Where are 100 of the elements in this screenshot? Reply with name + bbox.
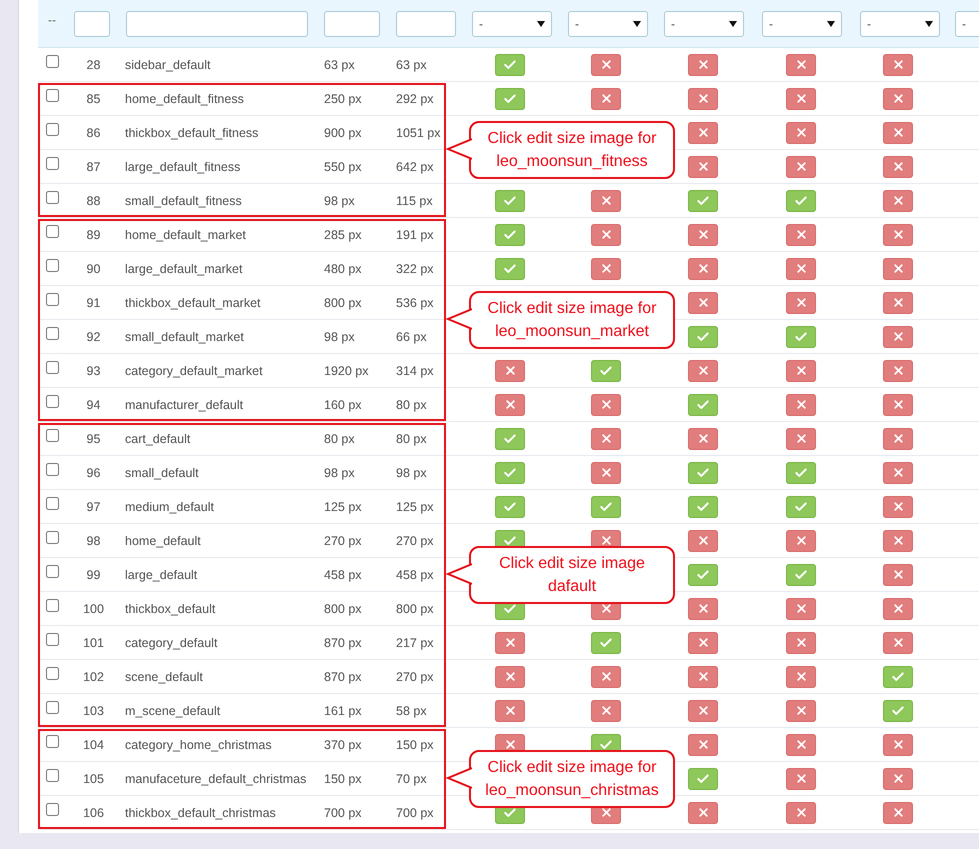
filter-select[interactable]: - bbox=[472, 10, 552, 36]
cross-icon[interactable] bbox=[883, 428, 913, 450]
cross-icon[interactable] bbox=[883, 122, 913, 144]
cross-icon[interactable] bbox=[688, 666, 718, 688]
cross-icon[interactable] bbox=[688, 530, 718, 552]
check-icon[interactable] bbox=[688, 496, 718, 518]
cross-icon[interactable] bbox=[495, 394, 525, 416]
check-icon[interactable] bbox=[786, 190, 816, 212]
check-icon[interactable] bbox=[688, 768, 718, 790]
check-icon[interactable] bbox=[883, 700, 913, 722]
row-checkbox[interactable] bbox=[46, 565, 59, 578]
row-checkbox[interactable] bbox=[46, 803, 59, 816]
cross-icon[interactable] bbox=[688, 258, 718, 280]
row-checkbox[interactable] bbox=[46, 259, 59, 272]
check-icon[interactable] bbox=[495, 224, 525, 246]
cross-icon[interactable] bbox=[883, 54, 913, 76]
cross-icon[interactable] bbox=[591, 88, 621, 110]
cross-icon[interactable] bbox=[786, 632, 816, 654]
row-checkbox[interactable] bbox=[46, 55, 59, 68]
filter-field[interactable] bbox=[126, 10, 308, 36]
cross-icon[interactable] bbox=[591, 54, 621, 76]
cross-icon[interactable] bbox=[786, 598, 816, 620]
cross-icon[interactable] bbox=[883, 88, 913, 110]
filter-select[interactable]: - bbox=[568, 10, 648, 36]
row-checkbox[interactable] bbox=[46, 735, 59, 748]
filter-select[interactable]: - bbox=[955, 10, 979, 36]
cross-icon[interactable] bbox=[591, 666, 621, 688]
cross-icon[interactable] bbox=[883, 462, 913, 484]
cross-icon[interactable] bbox=[591, 700, 621, 722]
cross-icon[interactable] bbox=[591, 394, 621, 416]
cross-icon[interactable] bbox=[591, 224, 621, 246]
cross-icon[interactable] bbox=[495, 632, 525, 654]
check-icon[interactable] bbox=[591, 496, 621, 518]
cross-icon[interactable] bbox=[688, 428, 718, 450]
check-icon[interactable] bbox=[786, 564, 816, 586]
cross-icon[interactable] bbox=[688, 632, 718, 654]
cross-icon[interactable] bbox=[786, 428, 816, 450]
check-icon[interactable] bbox=[688, 190, 718, 212]
check-icon[interactable] bbox=[688, 462, 718, 484]
row-checkbox[interactable] bbox=[46, 157, 59, 170]
cross-icon[interactable] bbox=[883, 802, 913, 824]
cross-icon[interactable] bbox=[786, 88, 816, 110]
cross-icon[interactable] bbox=[883, 564, 913, 586]
cross-icon[interactable] bbox=[688, 802, 718, 824]
cross-icon[interactable] bbox=[786, 156, 816, 178]
row-checkbox[interactable] bbox=[46, 361, 59, 374]
cross-icon[interactable] bbox=[688, 292, 718, 314]
cross-icon[interactable] bbox=[786, 734, 816, 756]
cross-icon[interactable] bbox=[883, 258, 913, 280]
filter-select[interactable]: - bbox=[762, 10, 842, 36]
cross-icon[interactable] bbox=[883, 768, 913, 790]
cross-icon[interactable] bbox=[883, 598, 913, 620]
filter-field[interactable] bbox=[396, 10, 456, 36]
row-checkbox[interactable] bbox=[46, 463, 59, 476]
row-checkbox[interactable] bbox=[46, 497, 59, 510]
cross-icon[interactable] bbox=[786, 292, 816, 314]
cross-icon[interactable] bbox=[688, 122, 718, 144]
cross-icon[interactable] bbox=[786, 258, 816, 280]
filter-field[interactable] bbox=[74, 10, 110, 36]
cross-icon[interactable] bbox=[591, 462, 621, 484]
row-checkbox[interactable] bbox=[46, 701, 59, 714]
check-icon[interactable] bbox=[495, 54, 525, 76]
check-icon[interactable] bbox=[591, 360, 621, 382]
cross-icon[interactable] bbox=[591, 428, 621, 450]
cross-icon[interactable] bbox=[883, 394, 913, 416]
check-icon[interactable] bbox=[786, 326, 816, 348]
check-icon[interactable] bbox=[786, 462, 816, 484]
row-checkbox[interactable] bbox=[46, 429, 59, 442]
cross-icon[interactable] bbox=[688, 54, 718, 76]
cross-icon[interactable] bbox=[883, 632, 913, 654]
check-icon[interactable] bbox=[688, 564, 718, 586]
cross-icon[interactable] bbox=[883, 292, 913, 314]
cross-icon[interactable] bbox=[883, 530, 913, 552]
cross-icon[interactable] bbox=[688, 734, 718, 756]
cross-icon[interactable] bbox=[688, 598, 718, 620]
filter-field[interactable] bbox=[324, 10, 380, 36]
check-icon[interactable] bbox=[495, 428, 525, 450]
row-checkbox[interactable] bbox=[46, 225, 59, 238]
filter-select[interactable]: - bbox=[860, 10, 940, 36]
cross-icon[interactable] bbox=[883, 734, 913, 756]
cross-icon[interactable] bbox=[786, 802, 816, 824]
cross-icon[interactable] bbox=[688, 360, 718, 382]
cross-icon[interactable] bbox=[883, 496, 913, 518]
cross-icon[interactable] bbox=[883, 326, 913, 348]
check-icon[interactable] bbox=[786, 496, 816, 518]
cross-icon[interactable] bbox=[688, 224, 718, 246]
check-icon[interactable] bbox=[591, 632, 621, 654]
check-icon[interactable] bbox=[688, 394, 718, 416]
row-checkbox[interactable] bbox=[46, 667, 59, 680]
row-checkbox[interactable] bbox=[46, 395, 59, 408]
filter-select[interactable]: - bbox=[664, 10, 744, 36]
cross-icon[interactable] bbox=[591, 258, 621, 280]
check-icon[interactable] bbox=[883, 666, 913, 688]
row-checkbox[interactable] bbox=[46, 293, 59, 306]
row-checkbox[interactable] bbox=[46, 531, 59, 544]
cross-icon[interactable] bbox=[883, 156, 913, 178]
cross-icon[interactable] bbox=[786, 122, 816, 144]
cross-icon[interactable] bbox=[786, 666, 816, 688]
check-icon[interactable] bbox=[495, 462, 525, 484]
cross-icon[interactable] bbox=[786, 530, 816, 552]
